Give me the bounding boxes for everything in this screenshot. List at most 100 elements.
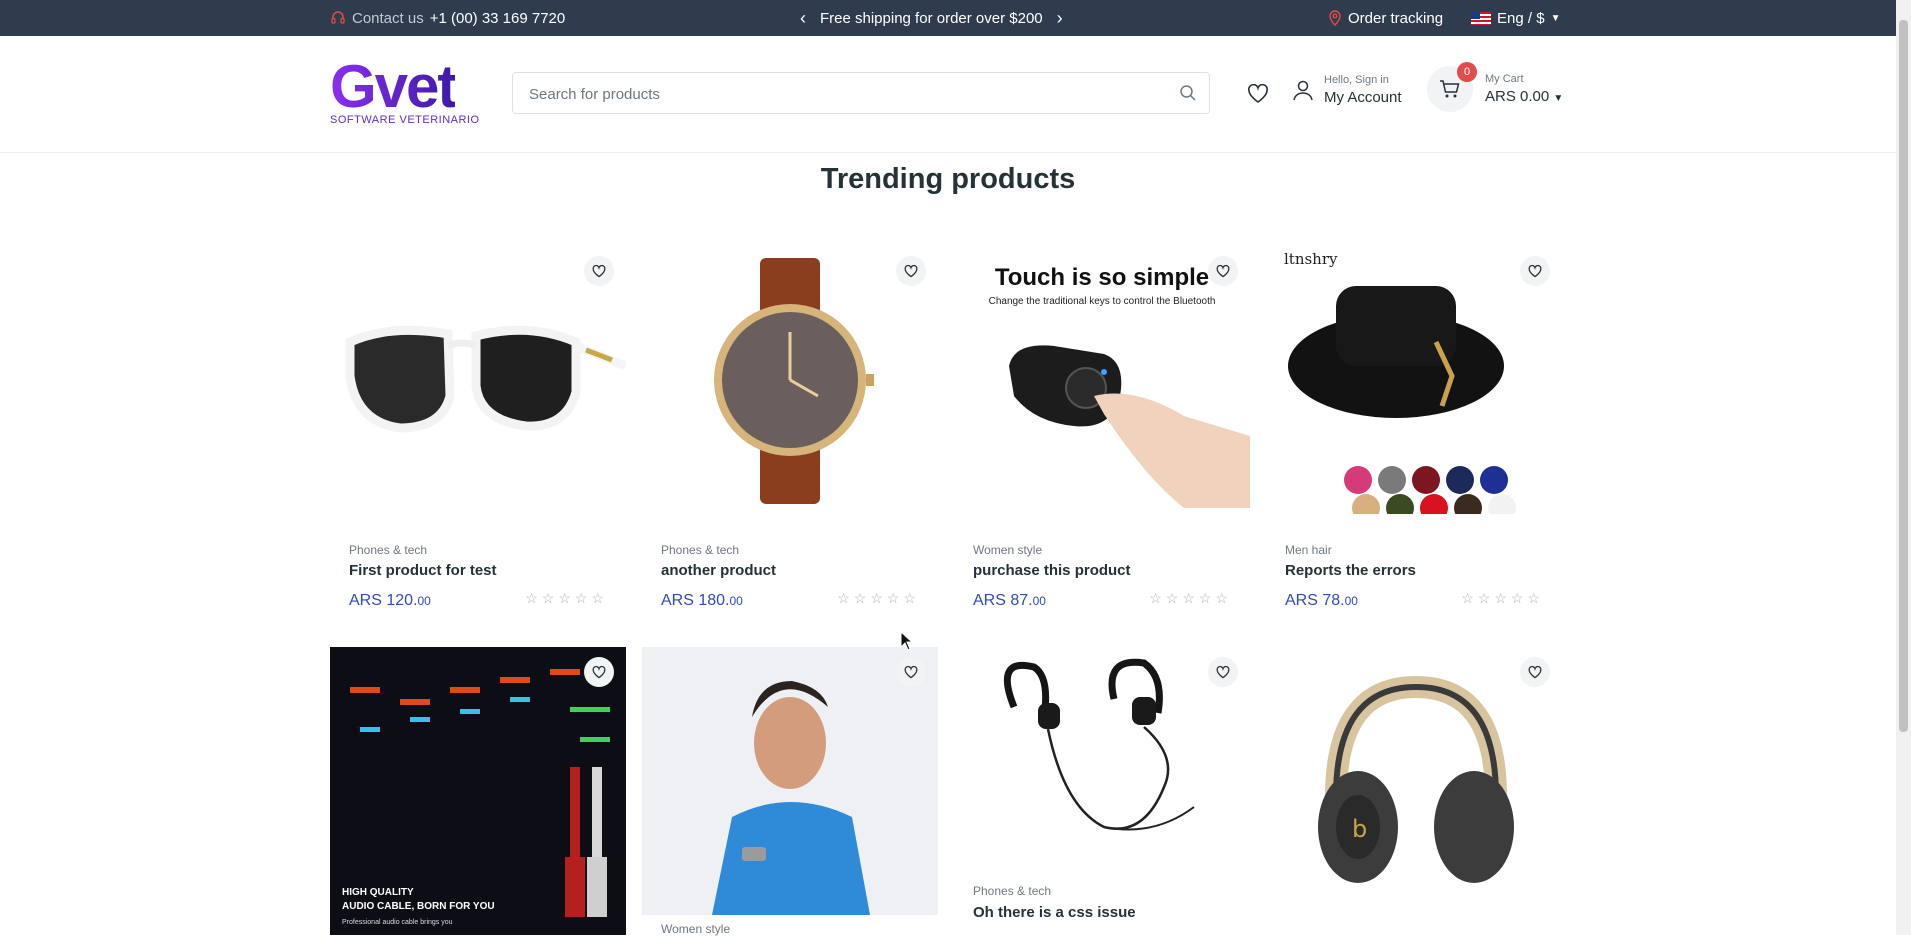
headphones-image: b — [1318, 675, 1514, 883]
topbar: Contact us +1 (00) 33 169 7720 ‹ Free sh… — [0, 0, 1896, 36]
product-image[interactable] — [642, 246, 938, 514]
image-line-2: AUDIO CABLE, BORN FOR YOU — [342, 901, 495, 912]
rating-stars: ☆ ☆ ☆ ☆ ☆ — [525, 590, 604, 607]
order-tracking-label: Order tracking — [1348, 9, 1444, 27]
heart-icon — [592, 665, 606, 678]
scrollbar-thumb[interactable] — [1899, 20, 1908, 732]
product-category[interactable]: Phones & tech — [349, 543, 427, 557]
caret-down-icon: ▼ — [1553, 93, 1564, 104]
product-image[interactable] — [330, 246, 626, 514]
caret-down-icon: ▼ — [1550, 12, 1561, 24]
product-card[interactable]: Women style — [642, 647, 938, 936]
wishlist-button[interactable] — [584, 657, 614, 687]
rating-stars: ☆ ☆ ☆ ☆ ☆ — [1149, 590, 1228, 607]
star-icon: ☆ — [886, 590, 900, 606]
product-category[interactable]: Phones & tech — [661, 543, 739, 557]
star-icon: ☆ — [574, 590, 588, 606]
product-card[interactable]: Phones & tech another product ARS 180.00… — [642, 246, 938, 616]
product-price: ARS 87.00 — [973, 592, 1046, 609]
heart-icon — [1528, 665, 1542, 678]
star-icon: ☆ — [1182, 590, 1195, 606]
topbar-right: Order tracking Eng / $ ▼ — [1328, 0, 1561, 36]
wishlist-button[interactable] — [584, 256, 614, 286]
product-price: ARS 120.00 — [349, 592, 431, 609]
star-icon: ☆ — [591, 590, 604, 606]
star-icon: ☆ — [1461, 590, 1474, 606]
product-name[interactable]: First product for test — [349, 562, 497, 579]
search-input[interactable] — [527, 73, 1171, 115]
product-name[interactable]: Reports the errors — [1285, 562, 1416, 579]
search-bar — [512, 72, 1210, 115]
product-image[interactable]: b — [1266, 647, 1562, 935]
search-icon[interactable] — [1179, 84, 1197, 102]
image-line-1: HIGH QUALITY — [342, 887, 414, 898]
sunglasses-image — [345, 325, 626, 433]
heart-icon — [592, 264, 606, 277]
hat-image — [1288, 286, 1516, 514]
product-image[interactable]: Touch is so simple Change the traditiona… — [954, 246, 1250, 514]
star-icon: ☆ — [870, 590, 883, 606]
star-icon: ☆ — [903, 590, 916, 606]
wishlist-button[interactable] — [1520, 256, 1550, 286]
product-name[interactable]: purchase this product — [973, 562, 1131, 579]
mouse-cursor-icon — [900, 631, 914, 651]
product-image[interactable] — [954, 647, 1250, 877]
product-card[interactable]: Phones & tech First product for test ARS… — [330, 246, 626, 616]
product-card[interactable]: Phones & tech Oh there is a css issue — [954, 647, 1250, 935]
rating-stars: ☆ ☆ ☆ ☆ ☆ — [1461, 590, 1540, 607]
product-card[interactable]: HIGH QUALITY AUDIO CABLE, BORN FOR YOU P… — [330, 647, 626, 935]
cart-button[interactable]: 0 — [1427, 62, 1477, 112]
account-label: My Account — [1324, 89, 1402, 106]
promo-carousel: ‹ Free shipping for order over $200 › — [800, 0, 1063, 36]
site-header: Gvet SOFTWARE VETERINARIO Hello, Sign in… — [0, 36, 1896, 153]
site-logo[interactable]: Gvet SOFTWARE VETERINARIO — [330, 56, 479, 128]
rating-stars: ☆ ☆ ☆ ☆ ☆ — [837, 590, 916, 607]
product-category[interactable]: Women style — [973, 543, 1042, 557]
cart-menu[interactable]: 0 My Cart ARS 0.00 ▼ — [1427, 62, 1564, 112]
product-image[interactable]: HIGH QUALITY AUDIO CABLE, BORN FOR YOU P… — [330, 647, 626, 935]
star-icon: ☆ — [558, 590, 571, 606]
language-currency-label: Eng / $ — [1497, 9, 1545, 27]
heart-icon — [1528, 264, 1542, 277]
wishlist-button[interactable] — [1520, 657, 1550, 687]
us-flag-icon — [1471, 11, 1492, 25]
man-polo-image — [642, 647, 938, 915]
chevron-left-icon[interactable]: ‹ — [800, 8, 806, 29]
order-tracking-link[interactable]: Order tracking — [1328, 10, 1443, 27]
account-menu[interactable]: Hello, Sign in My Account — [1292, 74, 1402, 106]
product-image[interactable] — [642, 647, 938, 915]
product-category[interactable]: Men hair — [1285, 543, 1332, 557]
product-name[interactable]: Oh there is a css issue — [973, 904, 1136, 921]
star-icon: ☆ — [1494, 590, 1507, 606]
contact-phone[interactable]: +1 (00) 33 169 7720 — [430, 10, 566, 27]
star-icon: ☆ — [837, 590, 850, 606]
wishlist-button[interactable] — [896, 657, 926, 687]
product-card[interactable]: ltnshry Men hair Reports the errors ARS … — [1266, 246, 1562, 616]
star-icon: ☆ — [1215, 590, 1228, 606]
product-image[interactable]: ltnshry — [1266, 246, 1562, 514]
earphones-image — [1003, 658, 1195, 831]
watch-image — [714, 258, 874, 504]
wishlist-button[interactable] — [1208, 657, 1238, 687]
chevron-right-icon[interactable]: › — [1057, 8, 1063, 29]
product-card[interactable]: Touch is so simple Change the traditiona… — [954, 246, 1250, 616]
svg-text:b: b — [1352, 815, 1367, 843]
star-icon: ☆ — [525, 590, 538, 606]
heart-icon — [904, 665, 918, 678]
product-price: ARS 78.00 — [1285, 592, 1358, 609]
location-pin-icon — [1329, 10, 1341, 26]
product-price: ARS 180.00 — [661, 592, 743, 609]
wishlist-button[interactable] — [1208, 256, 1238, 286]
product-category[interactable]: Phones & tech — [973, 884, 1051, 898]
product-card[interactable]: b — [1266, 647, 1562, 935]
page-scrollbar[interactable] — [1896, 0, 1911, 935]
wishlist-heart-icon[interactable] — [1247, 84, 1269, 104]
product-name[interactable]: another product — [661, 562, 776, 579]
account-greeting: Hello, Sign in — [1324, 74, 1389, 86]
language-currency-selector[interactable]: Eng / $ ▼ — [1471, 9, 1561, 27]
product-category[interactable]: Women style — [661, 922, 730, 936]
wishlist-button[interactable] — [896, 256, 926, 286]
star-icon: ☆ — [1149, 590, 1162, 606]
contact-label: Contact us — [352, 9, 424, 27]
promo-text: Free shipping for order over $200 — [820, 9, 1043, 27]
